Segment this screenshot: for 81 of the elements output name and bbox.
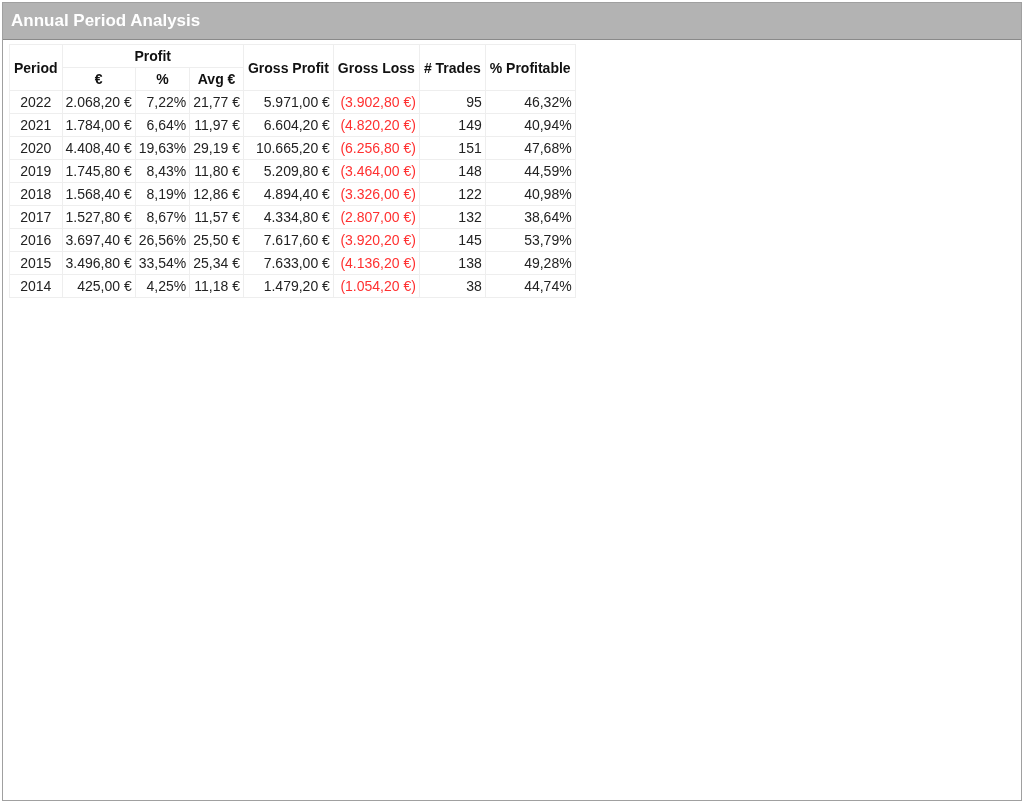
table-cell: 25,34 € (189, 251, 244, 275)
table-cell: 2017 (9, 205, 63, 229)
table-cell: 1.568,40 € (62, 182, 136, 206)
table-cell: 2016 (9, 228, 63, 252)
column-header: Profit (62, 44, 244, 68)
table-cell: (1.054,20 €) (333, 274, 420, 298)
window-title: Annual Period Analysis (3, 3, 1021, 40)
table-cell: 151 (419, 136, 486, 160)
table-cell: 2018 (9, 182, 63, 206)
table-cell: 3.496,80 € (62, 251, 136, 275)
table-cell: 11,57 € (189, 205, 244, 229)
table-cell: 6.604,20 € (243, 113, 334, 137)
table-cell: 1.745,80 € (62, 159, 136, 183)
table-cell: 2.068,20 € (62, 90, 136, 114)
table-cell: 2019 (9, 159, 63, 183)
column-header: € (62, 67, 136, 91)
table-cell: 2022 (9, 90, 63, 114)
table-cell: (6.256,80 €) (333, 136, 420, 160)
table-cell: 19,63% (135, 136, 190, 160)
table-cell: 7.633,00 € (243, 251, 334, 275)
table-cell: 2015 (9, 251, 63, 275)
table-cell: 10.665,20 € (243, 136, 334, 160)
table-cell: 2014 (9, 274, 63, 298)
column-header: % Profitable (485, 44, 576, 91)
table-cell: 122 (419, 182, 486, 206)
table-cell: 7,22% (135, 90, 190, 114)
table-cell: 425,00 € (62, 274, 136, 298)
table-cell: 38 (419, 274, 486, 298)
table-cell: (3.464,00 €) (333, 159, 420, 183)
column-header: Period (9, 44, 63, 91)
table-cell: 29,19 € (189, 136, 244, 160)
table-cell: 1.479,20 € (243, 274, 334, 298)
table-cell: 49,28% (485, 251, 576, 275)
table-cell: 8,67% (135, 205, 190, 229)
column-header: # Trades (419, 44, 486, 91)
column-header: Gross Profit (243, 44, 334, 91)
table-cell: 40,94% (485, 113, 576, 137)
table-cell: 26,56% (135, 228, 190, 252)
table-cell: 4.408,40 € (62, 136, 136, 160)
table-cell: 44,74% (485, 274, 576, 298)
table-cell: 11,97 € (189, 113, 244, 137)
table-cell: 138 (419, 251, 486, 275)
table-cell: 4.334,80 € (243, 205, 334, 229)
table-cell: 40,98% (485, 182, 576, 206)
column-header: % (135, 67, 190, 91)
table-cell: 47,68% (485, 136, 576, 160)
table-cell: 33,54% (135, 251, 190, 275)
table-cell: 5.971,00 € (243, 90, 334, 114)
table-cell: 95 (419, 90, 486, 114)
table-cell: 21,77 € (189, 90, 244, 114)
table-cell: 8,19% (135, 182, 190, 206)
table-cell: 1.527,80 € (62, 205, 136, 229)
table-cell: 2020 (9, 136, 63, 160)
table-cell: 6,64% (135, 113, 190, 137)
table-cell: 11,18 € (189, 274, 244, 298)
table-cell: (4.820,20 €) (333, 113, 420, 137)
table-cell: (3.326,00 €) (333, 182, 420, 206)
table-cell: (2.807,00 €) (333, 205, 420, 229)
table-cell: 8,43% (135, 159, 190, 183)
table-cell: 1.784,00 € (62, 113, 136, 137)
table-cell: 25,50 € (189, 228, 244, 252)
table-cell: 132 (419, 205, 486, 229)
table-cell: 145 (419, 228, 486, 252)
table-cell: 3.697,40 € (62, 228, 136, 252)
table-cell: 12,86 € (189, 182, 244, 206)
column-header: Gross Loss (333, 44, 420, 91)
table-cell: 148 (419, 159, 486, 183)
table-cell: 149 (419, 113, 486, 137)
table-cell: 11,80 € (189, 159, 244, 183)
table-cell: 4,25% (135, 274, 190, 298)
table-cell: 44,59% (485, 159, 576, 183)
table-cell: 53,79% (485, 228, 576, 252)
table-cell: 5.209,80 € (243, 159, 334, 183)
table-cell: 7.617,60 € (243, 228, 334, 252)
table-cell: 46,32% (485, 90, 576, 114)
table-cell: (3.902,80 €) (333, 90, 420, 114)
table-cell: (4.136,20 €) (333, 251, 420, 275)
table-cell: 4.894,40 € (243, 182, 334, 206)
table-cell: (3.920,20 €) (333, 228, 420, 252)
table-cell: 38,64% (485, 205, 576, 229)
table-cell: 2021 (9, 113, 63, 137)
